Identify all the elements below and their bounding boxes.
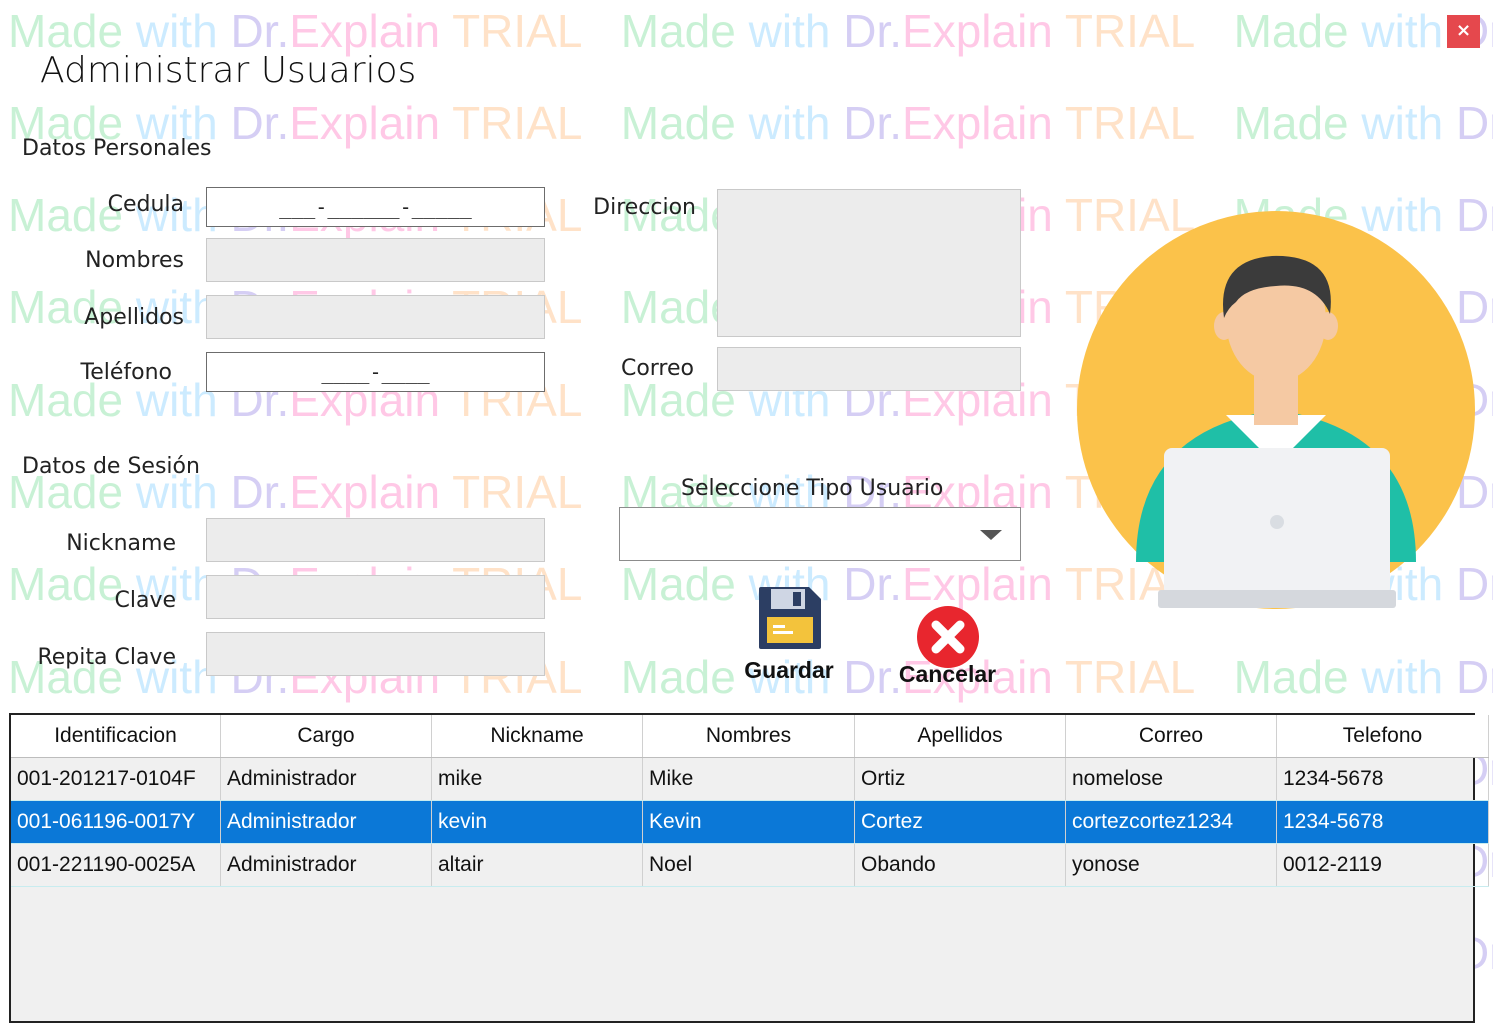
repita-clave-label: Repita Clave <box>37 645 176 670</box>
save-button[interactable]: Guardar <box>735 585 843 689</box>
telefono-input[interactable]: ____-____ <box>206 352 545 392</box>
cell-correo[interactable]: nomelose <box>1065 757 1277 801</box>
cell-nombres[interactable]: Kevin <box>642 800 855 844</box>
cell-nickname[interactable]: altair <box>431 843 643 887</box>
column-header-nombres[interactable]: Nombres <box>642 715 855 758</box>
chevron-down-icon <box>980 530 1002 540</box>
clave-input[interactable] <box>206 575 545 619</box>
cell-cargo[interactable]: Administrador <box>220 757 432 801</box>
close-button[interactable]: × <box>1447 15 1480 48</box>
cedula-input[interactable]: ___-______-_____ <box>206 187 545 227</box>
table-header-row: Identificacion Cargo Nickname Nombres Ap… <box>11 715 1489 758</box>
correo-input[interactable] <box>717 347 1021 391</box>
table-row[interactable]: 001-221190-0025A Administrador altair No… <box>11 843 1489 887</box>
apellidos-input[interactable] <box>206 295 545 339</box>
repita-clave-input[interactable] <box>206 632 545 676</box>
user-avatar-illustration <box>1077 211 1475 609</box>
cell-apellidos[interactable]: Cortez <box>854 800 1066 844</box>
table-row-selected[interactable]: 001-061196-0017Y Administrador kevin Kev… <box>11 800 1489 844</box>
column-header-correo[interactable]: Correo <box>1065 715 1277 758</box>
cell-cargo[interactable]: Administrador <box>220 843 432 887</box>
direccion-label: Direccion <box>593 195 696 220</box>
cancel-icon <box>917 606 979 668</box>
cell-cargo[interactable]: Administrador <box>220 800 432 844</box>
nombres-input[interactable] <box>206 238 545 282</box>
apellidos-label: Apellidos <box>84 305 184 330</box>
cell-telefono[interactable]: 1234-5678 <box>1276 800 1489 844</box>
section-session-data: Datos de Sesión <box>22 454 200 479</box>
nombres-label: Nombres <box>85 248 184 273</box>
cell-nombres[interactable]: Noel <box>642 843 855 887</box>
column-header-nickname[interactable]: Nickname <box>431 715 643 758</box>
tipo-usuario-select[interactable] <box>619 507 1021 561</box>
column-header-apellidos[interactable]: Apellidos <box>854 715 1066 758</box>
table-row[interactable]: 001-201217-0104F Administrador mike Mike… <box>11 757 1489 801</box>
direccion-textarea[interactable] <box>717 189 1021 337</box>
floppy-disk-icon <box>759 587 821 649</box>
section-personal-data: Datos Personales <box>22 136 212 161</box>
cell-correo[interactable]: cortezcortez1234 <box>1065 800 1277 844</box>
cancel-button-label: Cancelar <box>898 661 997 687</box>
clave-label: Clave <box>114 588 176 613</box>
watermark-row: Made with Dr.Explain TRIAL Made with Dr.… <box>8 5 1493 57</box>
cell-identificacion[interactable]: 001-221190-0025A <box>11 843 221 887</box>
column-header-identificacion[interactable]: Identificacion <box>11 715 221 758</box>
cedula-label: Cedula <box>107 192 184 217</box>
cell-apellidos[interactable]: Obando <box>854 843 1066 887</box>
cell-nickname[interactable]: mike <box>431 757 643 801</box>
save-button-label: Guardar <box>744 657 834 683</box>
cancel-button[interactable]: Cancelar <box>890 605 1005 690</box>
tipo-usuario-label: Seleccione Tipo Usuario <box>681 476 944 501</box>
cell-identificacion[interactable]: 001-201217-0104F <box>11 757 221 801</box>
page-title: Administrar Usuarios <box>40 50 417 91</box>
cell-telefono[interactable]: 1234-5678 <box>1276 757 1489 801</box>
column-header-telefono[interactable]: Telefono <box>1276 715 1489 758</box>
column-header-cargo[interactable]: Cargo <box>220 715 432 758</box>
nickname-label: Nickname <box>66 531 176 556</box>
cell-correo[interactable]: yonose <box>1065 843 1277 887</box>
cell-identificacion[interactable]: 001-061196-0017Y <box>11 800 221 844</box>
telefono-label: Teléfono <box>80 360 173 385</box>
cell-nombres[interactable]: Mike <box>642 757 855 801</box>
correo-label: Correo <box>620 356 694 381</box>
watermark-row: Made with Dr.Explain TRIAL Made with Dr.… <box>8 97 1493 149</box>
cell-nickname[interactable]: kevin <box>431 800 643 844</box>
cell-telefono[interactable]: 0012-2119 <box>1276 843 1489 887</box>
users-table[interactable]: Identificacion Cargo Nickname Nombres Ap… <box>9 713 1489 1023</box>
nickname-input[interactable] <box>206 518 545 562</box>
cell-apellidos[interactable]: Ortiz <box>854 757 1066 801</box>
